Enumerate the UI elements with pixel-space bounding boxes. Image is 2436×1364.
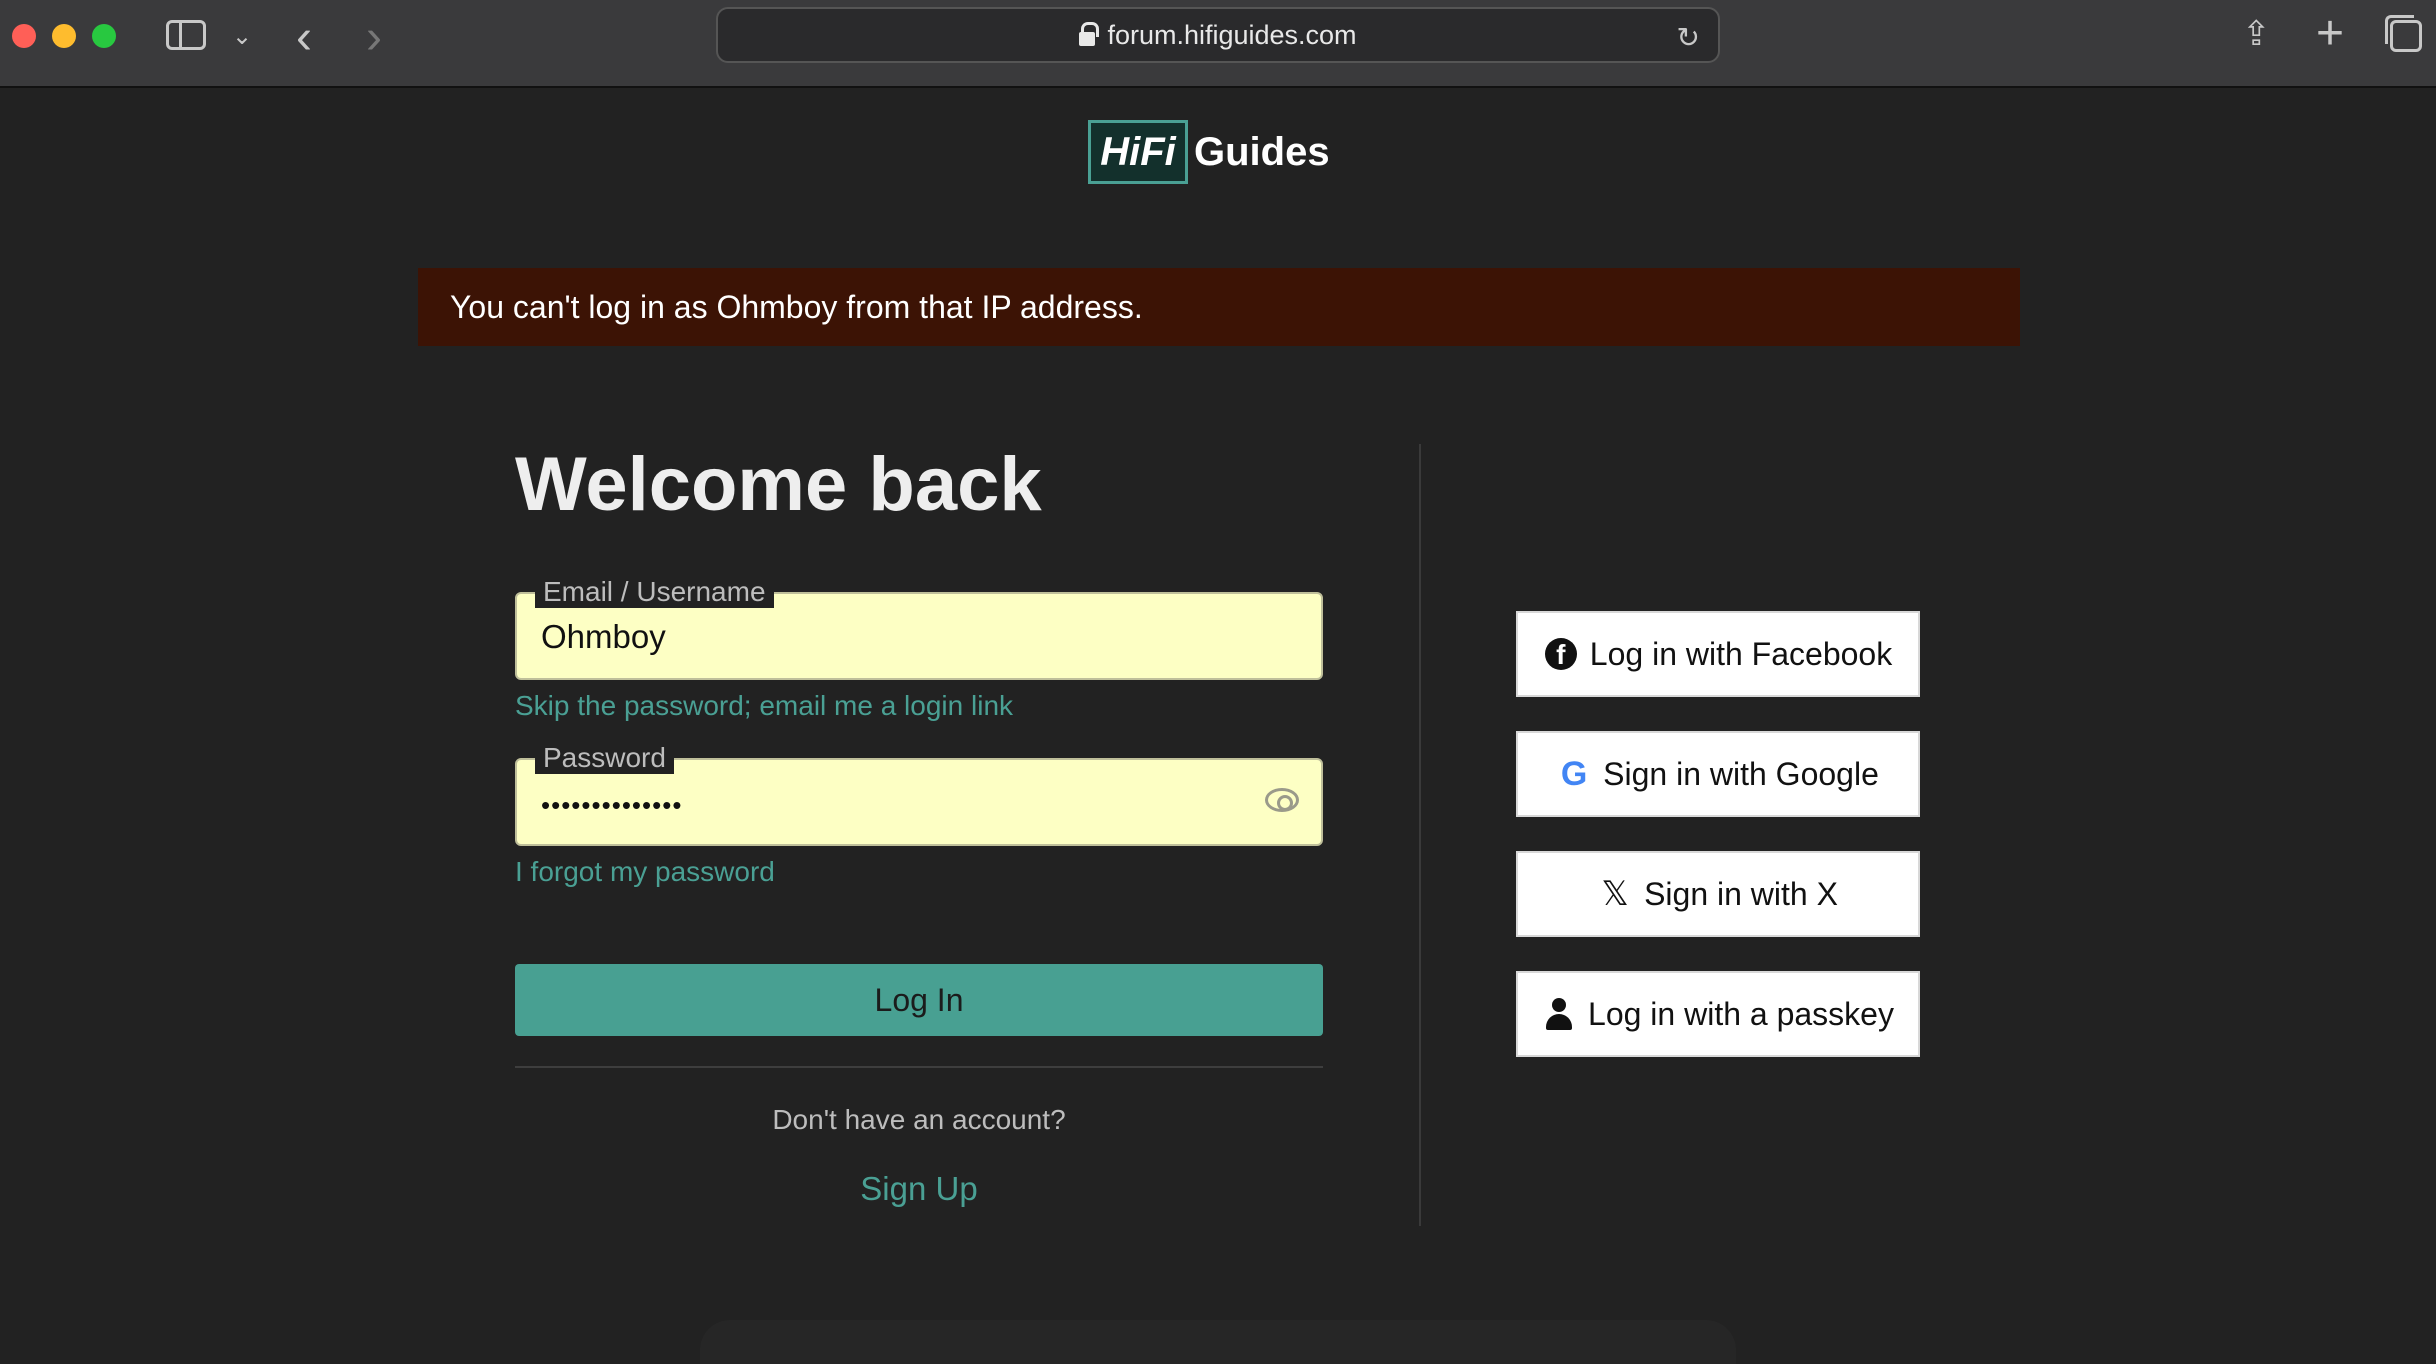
address-bar[interactable]: forum.hifiguides.com ↻ <box>716 7 1720 63</box>
new-tab-icon[interactable]: + <box>2316 6 2344 61</box>
reload-icon[interactable]: ↻ <box>1677 21 1700 54</box>
passkey-login-label: Log in with a passkey <box>1588 995 1894 1032</box>
sidebar-toggle-icon[interactable] <box>166 20 206 50</box>
no-account-text: Don't have an account? <box>772 1104 1066 1135</box>
close-window-button[interactable] <box>12 24 36 48</box>
password-field-value[interactable]: •••••••••••••• <box>541 790 682 821</box>
password-field[interactable]: Password •••••••••••••• <box>515 742 1323 846</box>
email-field-value[interactable]: Ohmboy <box>541 618 666 656</box>
site-logo[interactable]: HiFi Guides <box>1088 120 1330 184</box>
show-password-eye-icon[interactable] <box>1265 788 1299 812</box>
forgot-password-link[interactable]: I forgot my password <box>515 856 775 888</box>
logo-text: Guides <box>1194 129 1330 174</box>
facebook-login-button[interactable]: f Log in with Facebook <box>1516 611 1920 697</box>
email-field[interactable]: Email / Username Ohmboy <box>515 576 1323 680</box>
google-login-button[interactable]: G Sign in with Google <box>1516 731 1920 817</box>
forward-arrow-icon[interactable]: › <box>366 10 382 65</box>
minimize-window-button[interactable] <box>52 24 76 48</box>
logo-mark: HiFi <box>1088 120 1188 184</box>
chevron-down-icon[interactable]: ⌄ <box>232 22 252 51</box>
error-alert: You can't log in as Ohmboy from that IP … <box>418 268 2020 346</box>
url-text: forum.hifiguides.com <box>1107 19 1357 50</box>
browser-toolbar: ⌄ ‹ › forum.hifiguides.com ↻ ⇪ + <box>0 0 2436 88</box>
google-login-label: Sign in with Google <box>1603 755 1879 792</box>
login-button[interactable]: Log In <box>515 964 1323 1036</box>
email-field-label: Email / Username <box>535 576 774 608</box>
google-icon: G <box>1560 754 1588 793</box>
column-divider <box>1419 444 1421 1226</box>
x-login-label: Sign in with X <box>1644 875 1838 912</box>
alert-message: You can't log in as Ohmboy from that IP … <box>450 288 1143 325</box>
x-login-button[interactable]: 𝕏 Sign in with X <box>1516 851 1920 937</box>
signup-link[interactable]: Sign Up <box>515 1170 1323 1208</box>
facebook-icon: f <box>1544 638 1577 670</box>
tab-overview-icon[interactable] <box>2385 15 2422 52</box>
login-form: Welcome back Email / Username Ohmboy Ski… <box>515 440 1323 1207</box>
form-divider <box>515 1066 1323 1068</box>
facebook-login-label: Log in with Facebook <box>1589 635 1893 672</box>
passkey-login-button[interactable]: Log in with a passkey <box>1516 971 1920 1057</box>
password-field-label: Password <box>535 742 674 774</box>
person-icon <box>1544 998 1574 1030</box>
page-title: Welcome back <box>515 442 1042 527</box>
footer-edge <box>700 1320 1736 1364</box>
email-login-link[interactable]: Skip the password; email me a login link <box>515 690 1013 722</box>
back-arrow-icon[interactable]: ‹ <box>296 10 312 65</box>
fullscreen-window-button[interactable] <box>92 24 116 48</box>
lock-icon <box>1079 22 1100 46</box>
share-icon[interactable]: ⇪ <box>2242 14 2271 54</box>
x-logo-icon: 𝕏 <box>1601 875 1629 913</box>
